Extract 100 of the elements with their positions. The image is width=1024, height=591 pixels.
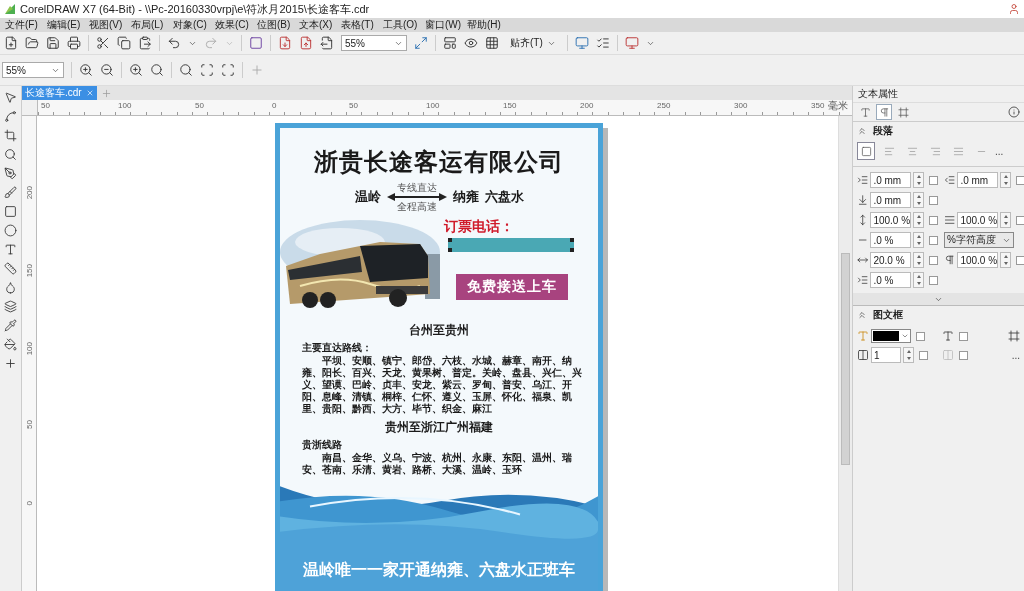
grid-icon[interactable] (485, 36, 499, 50)
import-icon[interactable] (278, 36, 292, 50)
frame-icon[interactable] (1008, 330, 1020, 342)
number-field[interactable]: .0 mm (870, 172, 912, 188)
number-field[interactable]: .0 % (870, 232, 912, 248)
number-field[interactable]: .0 mm (957, 172, 999, 188)
circle-icon[interactable] (4, 224, 17, 237)
alignment-button[interactable] (857, 142, 875, 160)
list-icon[interactable] (595, 36, 610, 50)
zoom-in-icon[interactable] (79, 63, 93, 77)
checkbox[interactable] (929, 255, 938, 265)
spinner-button[interactable] (913, 272, 924, 288)
checkbox[interactable] (916, 331, 925, 341)
checkbox[interactable] (929, 275, 938, 285)
menu-item[interactable]: 表格(T) (341, 18, 383, 32)
vertical-scrollbar[interactable] (838, 116, 852, 591)
pen-icon[interactable] (4, 167, 17, 180)
more-button[interactable]: ... (1011, 349, 1020, 361)
docker-tab[interactable] (876, 104, 892, 120)
curve-icon[interactable] (4, 110, 17, 123)
spinner-button[interactable] (913, 212, 924, 228)
checkbox[interactable] (958, 350, 968, 360)
menu-item[interactable]: 视图(V) (89, 18, 131, 32)
more-button[interactable]: ... (995, 145, 1004, 157)
file-plus-icon[interactable] (4, 36, 18, 50)
menu-item[interactable]: 效果(C) (215, 18, 257, 32)
number-field[interactable]: .0 % (870, 272, 912, 288)
close-icon[interactable] (85, 89, 94, 97)
zoom-all-icon[interactable] (150, 63, 164, 77)
zoom-page-icon[interactable] (179, 63, 193, 77)
color-dropdown[interactable] (871, 329, 911, 343)
menu-item[interactable]: 编辑(E) (47, 18, 89, 32)
info-icon[interactable] (1008, 106, 1020, 118)
spinner-button[interactable] (913, 192, 924, 208)
menu-item[interactable]: 窗口(W) (425, 18, 467, 32)
undo-icon[interactable] (167, 36, 181, 50)
user-icon[interactable] (1008, 3, 1020, 15)
pipette-icon[interactable] (4, 319, 17, 332)
checkbox[interactable] (1016, 175, 1024, 185)
spinner-button[interactable] (913, 252, 924, 268)
paint-bucket-icon[interactable] (4, 338, 17, 351)
menu-item[interactable]: 对象(C) (173, 18, 215, 32)
menu-item[interactable]: 位图(B) (257, 18, 299, 32)
menu-item[interactable]: 工具(O) (383, 18, 425, 32)
plus-icon[interactable] (4, 357, 17, 370)
spinner-button[interactable] (1000, 172, 1011, 188)
number-field[interactable]: 20.0 % (870, 252, 912, 268)
menu-item[interactable]: 布局(L) (131, 18, 173, 32)
full-screen-icon[interactable] (414, 36, 428, 50)
crop-icon[interactable] (4, 129, 17, 142)
clipboard-icon[interactable] (138, 36, 152, 50)
spinner-button[interactable] (903, 347, 914, 363)
zoom-dropdown[interactable]: 55% (341, 35, 407, 51)
columns-icon[interactable] (857, 349, 869, 361)
number-field[interactable]: 100.0 % (870, 212, 912, 228)
spinner-button[interactable] (913, 172, 924, 188)
spinner-button[interactable] (1000, 252, 1011, 268)
scrollbar-thumb[interactable] (841, 253, 850, 465)
menu-item[interactable]: 文件(F) (5, 18, 47, 32)
export-icon[interactable] (299, 36, 313, 50)
brush-icon[interactable] (4, 186, 17, 199)
pointer-icon[interactable] (4, 91, 17, 104)
droplet-icon[interactable] (4, 281, 17, 294)
checkbox[interactable] (929, 175, 938, 185)
spinner-button[interactable] (913, 232, 924, 248)
checkbox[interactable] (958, 331, 968, 341)
zoom-dropdown[interactable]: 55% (2, 62, 64, 78)
menu-item[interactable]: 文本(X) (299, 18, 341, 32)
unit-dropdown[interactable]: %字符高度 (944, 232, 1014, 248)
folder-icon[interactable] (25, 36, 39, 50)
text-box-icon[interactable] (941, 330, 954, 342)
checkbox[interactable] (1016, 255, 1024, 265)
publish-icon[interactable] (320, 36, 334, 50)
docker-tab[interactable] (895, 104, 911, 120)
zoom-icon[interactable] (4, 148, 17, 161)
printer-icon[interactable] (67, 36, 81, 50)
checkbox[interactable] (929, 235, 938, 245)
checkbox[interactable] (919, 350, 928, 360)
layers-icon[interactable] (4, 300, 17, 313)
checkbox[interactable] (929, 215, 938, 225)
collapse-icon[interactable] (857, 126, 867, 136)
text-icon[interactable] (4, 243, 17, 256)
collapse-icon[interactable] (857, 310, 867, 320)
number-field[interactable]: 100.0 % (957, 212, 999, 228)
snap-dropdown[interactable]: 贴齐(T) (506, 36, 560, 50)
checkbox[interactable] (1016, 215, 1024, 225)
menu-item[interactable]: 帮助(H) (467, 18, 509, 32)
save-icon[interactable] (46, 36, 60, 50)
number-field[interactable]: 100.0 % (957, 252, 999, 268)
checkbox[interactable] (929, 195, 938, 205)
zoom-selected-icon[interactable] (129, 63, 143, 77)
ruler-icon[interactable] (4, 262, 17, 275)
eye-icon[interactable] (464, 36, 478, 50)
copy-icon[interactable] (117, 36, 131, 50)
number-field[interactable]: 1 (871, 347, 901, 363)
spinner-button[interactable] (1000, 212, 1011, 228)
square-icon[interactable] (4, 205, 17, 218)
zoom-out-icon[interactable] (100, 63, 114, 77)
scissors-icon[interactable] (96, 36, 110, 50)
number-field[interactable]: .0 mm (870, 192, 912, 208)
